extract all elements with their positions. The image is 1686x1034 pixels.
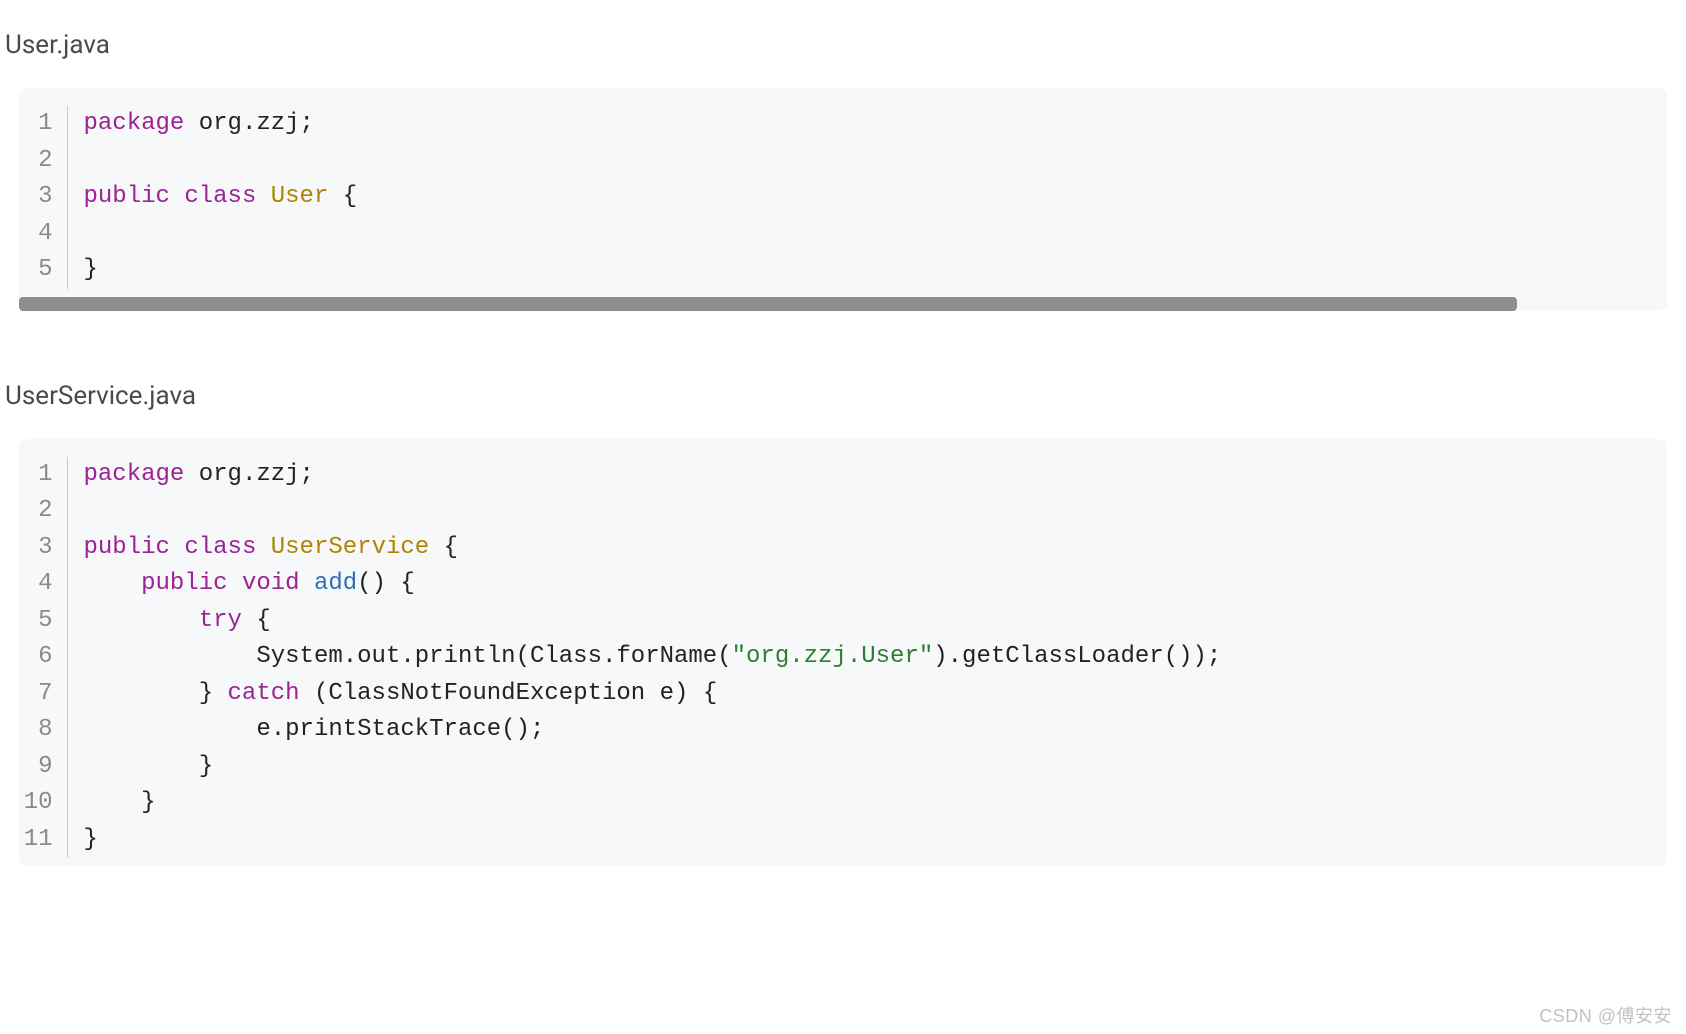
code-content: package org.zzj;	[67, 457, 1667, 494]
token-pln: }	[84, 753, 214, 780]
code-line: 11}	[19, 822, 1667, 859]
token-pln: (ClassNotFoundException e) {	[300, 680, 718, 707]
code-line: 2	[19, 493, 1667, 530]
code-line: 1package org.zzj;	[19, 106, 1667, 143]
token-pln: ).getClassLoader());	[933, 643, 1221, 670]
token-str: "org.zzj.User"	[732, 643, 934, 670]
code-line: 5}	[19, 252, 1667, 289]
code-block: 1package org.zzj;2 3public class UserSer…	[19, 439, 1667, 867]
token-cls: UserService	[271, 534, 429, 561]
token-kw: void	[242, 570, 300, 597]
code-content: }	[67, 749, 1667, 786]
code-line: 9 }	[19, 749, 1667, 786]
token-pln: org.zzj;	[184, 461, 314, 488]
code-content: }	[67, 785, 1667, 822]
code-body-0: 1package org.zzj;2 3public class User {4…	[19, 106, 1667, 289]
line-number: 5	[19, 603, 67, 640]
gap	[5, 311, 1681, 381]
line-number: 7	[19, 676, 67, 713]
line-number: 4	[19, 566, 67, 603]
token-pln: }	[84, 826, 98, 853]
line-number: 9	[19, 749, 67, 786]
line-number: 1	[19, 106, 67, 143]
line-number: 6	[19, 639, 67, 676]
code-content: public void add() {	[67, 566, 1667, 603]
token-kw: package	[84, 461, 185, 488]
code-content: } catch (ClassNotFoundException e) {	[67, 676, 1667, 713]
code-line: 4 public void add() {	[19, 566, 1667, 603]
token-pln	[228, 570, 242, 597]
code-line: 6 System.out.println(Class.forName("org.…	[19, 639, 1667, 676]
code-table: 1package org.zzj;2 3public class User {4…	[19, 106, 1667, 289]
token-pln: {	[328, 183, 357, 210]
token-pln: org.zzj;	[184, 110, 314, 137]
code-content	[67, 143, 1667, 180]
token-kw: class	[184, 183, 256, 210]
code-content: e.printStackTrace();	[67, 712, 1667, 749]
token-pln: }	[84, 789, 156, 816]
token-pln: }	[84, 680, 228, 707]
code-content: public class User {	[67, 179, 1667, 216]
code-line: 3public class User {	[19, 179, 1667, 216]
file-heading: UserService.java	[5, 381, 1681, 411]
token-pln	[84, 607, 199, 634]
code-content: public class UserService {	[67, 530, 1667, 567]
code-line: 1package org.zzj;	[19, 457, 1667, 494]
code-content	[67, 216, 1667, 253]
code-content: System.out.println(Class.forName("org.zz…	[67, 639, 1667, 676]
watermark: CSDN @傅安安	[1539, 1002, 1672, 1028]
code-body-1: 1package org.zzj;2 3public class UserSer…	[19, 457, 1667, 859]
code-content: try {	[67, 603, 1667, 640]
code-line: 7 } catch (ClassNotFoundException e) {	[19, 676, 1667, 713]
horizontal-scrollbar[interactable]	[19, 297, 1517, 311]
code-line: 10 }	[19, 785, 1667, 822]
line-number: 10	[19, 785, 67, 822]
token-kw: try	[199, 607, 242, 634]
code-content	[67, 493, 1667, 530]
line-number: 1	[19, 457, 67, 494]
scrollbar-track	[19, 297, 1667, 311]
token-pln: System.out.println(Class.forName(	[84, 643, 732, 670]
code-content: }	[67, 252, 1667, 289]
token-pln	[84, 570, 142, 597]
line-number: 11	[19, 822, 67, 859]
code-line: 5 try {	[19, 603, 1667, 640]
code-table: 1package org.zzj;2 3public class UserSer…	[19, 457, 1667, 859]
token-kw: package	[84, 110, 185, 137]
token-pln	[256, 183, 270, 210]
line-number: 3	[19, 179, 67, 216]
code-line: 8 e.printStackTrace();	[19, 712, 1667, 749]
token-kw: public	[84, 183, 170, 210]
code-content: }	[67, 822, 1667, 859]
token-pln: () {	[357, 570, 415, 597]
token-kw: catch	[228, 680, 300, 707]
token-kw: class	[184, 534, 256, 561]
token-pln	[170, 534, 184, 561]
token-pln	[300, 570, 314, 597]
line-number: 2	[19, 143, 67, 180]
line-number: 8	[19, 712, 67, 749]
code-line: 2	[19, 143, 1667, 180]
token-pln: e.printStackTrace();	[84, 716, 545, 743]
code-line: 3public class UserService {	[19, 530, 1667, 567]
token-pln: {	[242, 607, 271, 634]
line-number: 4	[19, 216, 67, 253]
token-pln	[170, 183, 184, 210]
code-line: 4	[19, 216, 1667, 253]
line-number: 2	[19, 493, 67, 530]
token-kw: public	[84, 534, 170, 561]
file-heading: User.java	[5, 30, 1681, 60]
token-fn: add	[314, 570, 357, 597]
token-kw: public	[141, 570, 227, 597]
line-number: 3	[19, 530, 67, 567]
line-number: 5	[19, 252, 67, 289]
token-pln: }	[84, 256, 98, 283]
code-block: 1package org.zzj;2 3public class User {4…	[19, 88, 1667, 311]
code-content: package org.zzj;	[67, 106, 1667, 143]
page: User.java 1package org.zzj;2 3public cla…	[0, 0, 1686, 876]
token-cls: User	[271, 183, 329, 210]
token-pln: {	[429, 534, 458, 561]
token-pln	[256, 534, 270, 561]
